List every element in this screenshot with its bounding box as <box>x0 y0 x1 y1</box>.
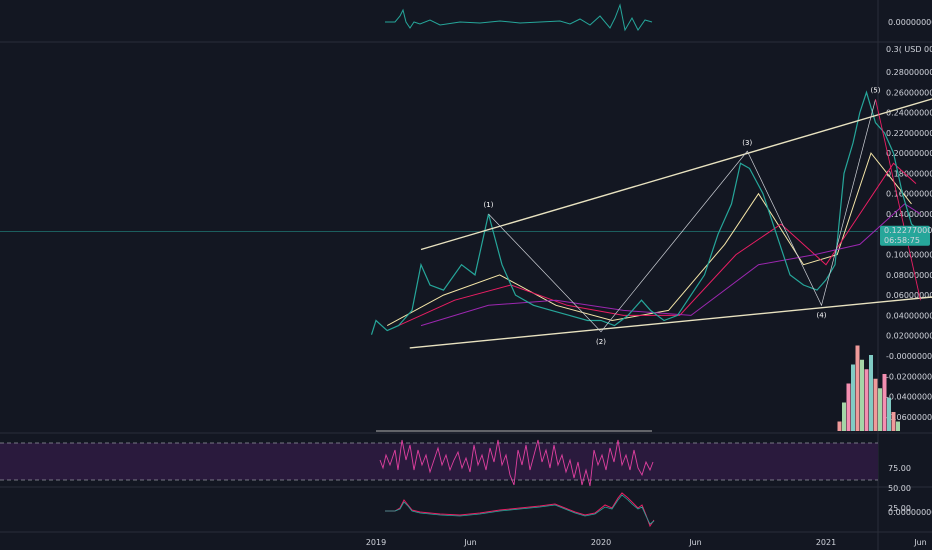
time-tick-label: Jun <box>913 538 927 547</box>
time-tick-label: 2021 <box>816 538 836 547</box>
time-tick-label: 2020 <box>591 538 611 547</box>
macd-panel: 0.00000000 <box>385 492 932 528</box>
price-tick-label: 0.10000000 <box>886 251 932 260</box>
rsi-panel: 75.00 50.00 25.00 <box>0 439 911 513</box>
rsi-tick-50: 50.00 <box>888 484 911 493</box>
elliott-wave-path[interactable] <box>488 99 876 333</box>
price-tick-label: 0.04000000 <box>886 311 932 320</box>
price-axis-currency: 0.3( USD 00 <box>886 45 932 54</box>
volume-bar <box>860 359 864 431</box>
oscillator-wave <box>385 3 653 32</box>
trading-chart[interactable]: 0.00000000 0.280000000.260000000.2400000… <box>0 0 932 550</box>
macd-line <box>385 492 655 528</box>
volume-bar <box>896 421 900 431</box>
price-tick-label: -0.04000000 <box>886 393 932 402</box>
top-panel-label: 0.00000000 <box>888 18 932 27</box>
price-tick-label: -0.02000000 <box>886 372 932 381</box>
rsi-tick-75: 75.00 <box>888 464 911 473</box>
time-tick-label: Jun <box>463 538 477 547</box>
price-tick-label: 0.08000000 <box>886 271 932 280</box>
price-tick-label: 0.26000000 <box>886 88 932 97</box>
volume-bar <box>887 397 891 431</box>
price-badge: 0.12277000 06:58:75 <box>880 225 932 246</box>
top-oscillator-panel: 0.00000000 <box>385 3 932 32</box>
volume-bar <box>837 421 842 431</box>
price-tick-label: 0.16000000 <box>886 190 932 199</box>
moving-average-line <box>398 162 917 327</box>
trendline[interactable] <box>420 64 932 251</box>
volume-bar <box>882 374 887 431</box>
time-tick-label: 2019 <box>366 538 386 547</box>
volume-bar <box>855 345 860 431</box>
wave-labels: (1)(2)(3)(4)(5)(C) <box>484 86 881 346</box>
price-tick-label: 0.02000000 <box>886 332 932 341</box>
wave-label: (4) <box>817 311 827 319</box>
macd-panel-label: 0.00000000 <box>888 508 932 517</box>
volume-bar <box>878 388 882 431</box>
badge-countdown: 06:58:75 <box>884 236 920 245</box>
time-tick-label: Jun <box>688 538 702 547</box>
volume-bar <box>891 412 896 431</box>
moving-averages <box>386 152 921 327</box>
volume-bar <box>873 378 878 431</box>
price-tick-label: 0.28000000 <box>886 68 932 77</box>
wave-label: (2) <box>596 338 606 346</box>
volume-bar <box>851 364 855 431</box>
wave-label: (3) <box>742 139 752 147</box>
wave-label: (1) <box>484 201 494 209</box>
badge-price: 0.12277000 <box>884 226 932 235</box>
rsi-band <box>0 443 878 480</box>
chart-window: 0.00000000 0.28000000 0.26000000 0.2400000… <box>0 0 932 550</box>
wave-label: (5) <box>871 86 881 94</box>
price-tick-label: 0.22000000 <box>886 129 932 138</box>
signal-line <box>385 494 655 525</box>
volume-bar <box>869 355 873 431</box>
price-tick-label: -0.00000000 <box>886 352 932 361</box>
moving-average-line <box>386 152 912 327</box>
volume-bar <box>842 402 846 431</box>
volume-bar <box>864 369 869 431</box>
volume-bar <box>846 383 851 431</box>
price-series-line <box>370 90 921 335</box>
time-axis: 2019Jun2020Jun2021Jun2022Jun <box>366 538 927 547</box>
